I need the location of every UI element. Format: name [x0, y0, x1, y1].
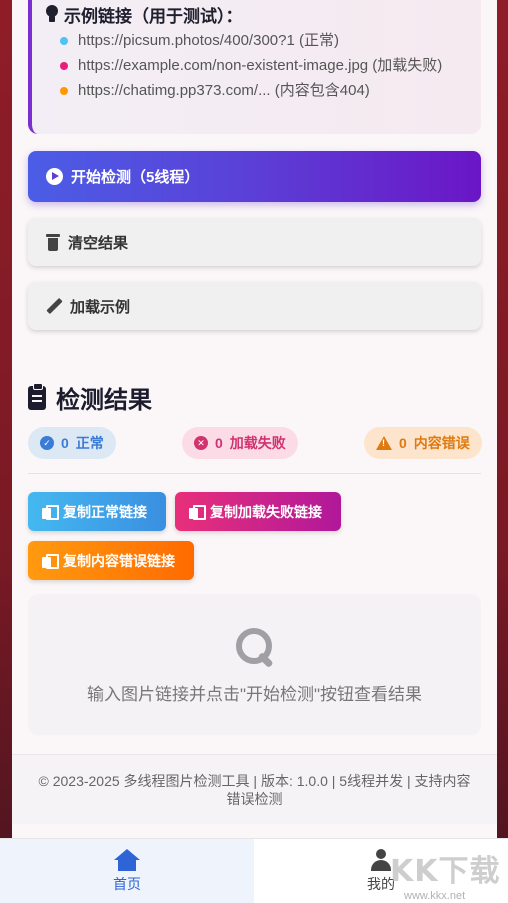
copy-icon — [42, 553, 59, 569]
results-title-text: 检测结果 — [56, 387, 152, 414]
watermark-logo-text: KK下载 — [390, 854, 501, 889]
tab-home[interactable]: 首页 — [0, 839, 254, 903]
bullet-dot-icon — [60, 87, 68, 95]
copy-icon — [189, 504, 206, 520]
example-links-title-text: 示例链接（用于测试）： — [64, 6, 243, 26]
copy-fail-label: 复制加载失败链接 — [210, 503, 322, 520]
search-icon — [234, 626, 276, 668]
start-detection-button[interactable]: 开始检测（5线程） — [28, 151, 481, 202]
status-badge-error: 0 内容错误 — [364, 427, 482, 459]
bullet-dot-icon — [60, 37, 68, 45]
trash-icon — [46, 233, 60, 251]
divider — [28, 473, 481, 474]
pencil-icon — [46, 298, 62, 314]
clear-results-button[interactable]: 清空结果 — [28, 218, 481, 266]
copy-ok-label: 复制正常链接 — [63, 503, 147, 520]
example-link-text: https://picsum.photos/400/300?1 (正常) — [78, 32, 339, 49]
x-circle-icon: ✕ — [194, 436, 208, 450]
footer-text: © 2023-2025 多线程图片检测工具 | 版本: 1.0.0 | 5线程并… — [38, 773, 471, 807]
footer: © 2023-2025 多线程图片检测工具 | 版本: 1.0.0 | 5线程并… — [12, 754, 497, 824]
error-label: 内容错误 — [413, 435, 470, 451]
watermark-url: www.kkx.net — [404, 890, 466, 902]
user-icon — [370, 848, 392, 871]
lightbulb-icon — [46, 5, 58, 23]
watermark: KK下载 www.kkx.net — [390, 846, 508, 903]
example-links-title: 示例链接（用于测试）： — [46, 2, 467, 26]
fail-label: 加载失败 — [229, 435, 286, 451]
warning-triangle-icon — [376, 436, 392, 450]
bullet-dot-icon — [60, 62, 68, 70]
copy-ok-links-button[interactable]: 复制正常链接 — [28, 492, 166, 531]
copy-error-links-button[interactable]: 复制内容错误链接 — [28, 541, 194, 580]
example-link-item: https://chatimg.pp373.com/... (内容包含404) — [46, 82, 467, 99]
fail-count: 0 — [215, 435, 223, 451]
check-circle-icon: ✓ — [40, 436, 54, 450]
error-count: 0 — [399, 435, 407, 451]
example-links-list: https://picsum.photos/400/300?1 (正常) htt… — [46, 32, 467, 99]
copy-fail-links-button[interactable]: 复制加载失败链接 — [175, 492, 341, 531]
app-page: 示例链接（用于测试）： https://picsum.photos/400/30… — [12, 0, 497, 838]
clipboard-icon — [28, 382, 46, 410]
ok-count: 0 — [61, 435, 69, 451]
start-detection-label: 开始检测（5线程） — [71, 169, 200, 186]
example-link-text: https://example.com/non-existent-image.j… — [78, 57, 443, 74]
status-badge-fail: ✕ 0 加载失败 — [182, 427, 298, 459]
load-examples-button[interactable]: 加载示例 — [28, 282, 481, 330]
load-examples-label: 加载示例 — [70, 298, 131, 316]
copy-error-label: 复制内容错误链接 — [63, 552, 175, 569]
empty-results-placeholder: 输入图片链接并点击"开始检测"按钮查看结果 — [28, 594, 481, 735]
example-link-item: https://example.com/non-existent-image.j… — [46, 57, 467, 74]
example-link-text: https://chatimg.pp373.com/... (内容包含404) — [78, 82, 370, 99]
clear-results-label: 清空结果 — [68, 234, 129, 252]
example-link-item: https://picsum.photos/400/300?1 (正常) — [46, 32, 467, 49]
play-icon — [46, 168, 63, 185]
tab-home-label: 首页 — [113, 875, 141, 892]
ok-label: 正常 — [75, 435, 104, 451]
results-section-title: 检测结果 — [28, 380, 152, 415]
status-badge-ok: ✓ 0 正常 — [28, 427, 116, 459]
example-links-box: 示例链接（用于测试）： https://picsum.photos/400/30… — [28, 0, 481, 134]
copy-icon — [42, 504, 59, 520]
home-icon — [114, 848, 140, 871]
empty-results-text: 输入图片链接并点击"开始检测"按钮查看结果 — [86, 685, 423, 704]
